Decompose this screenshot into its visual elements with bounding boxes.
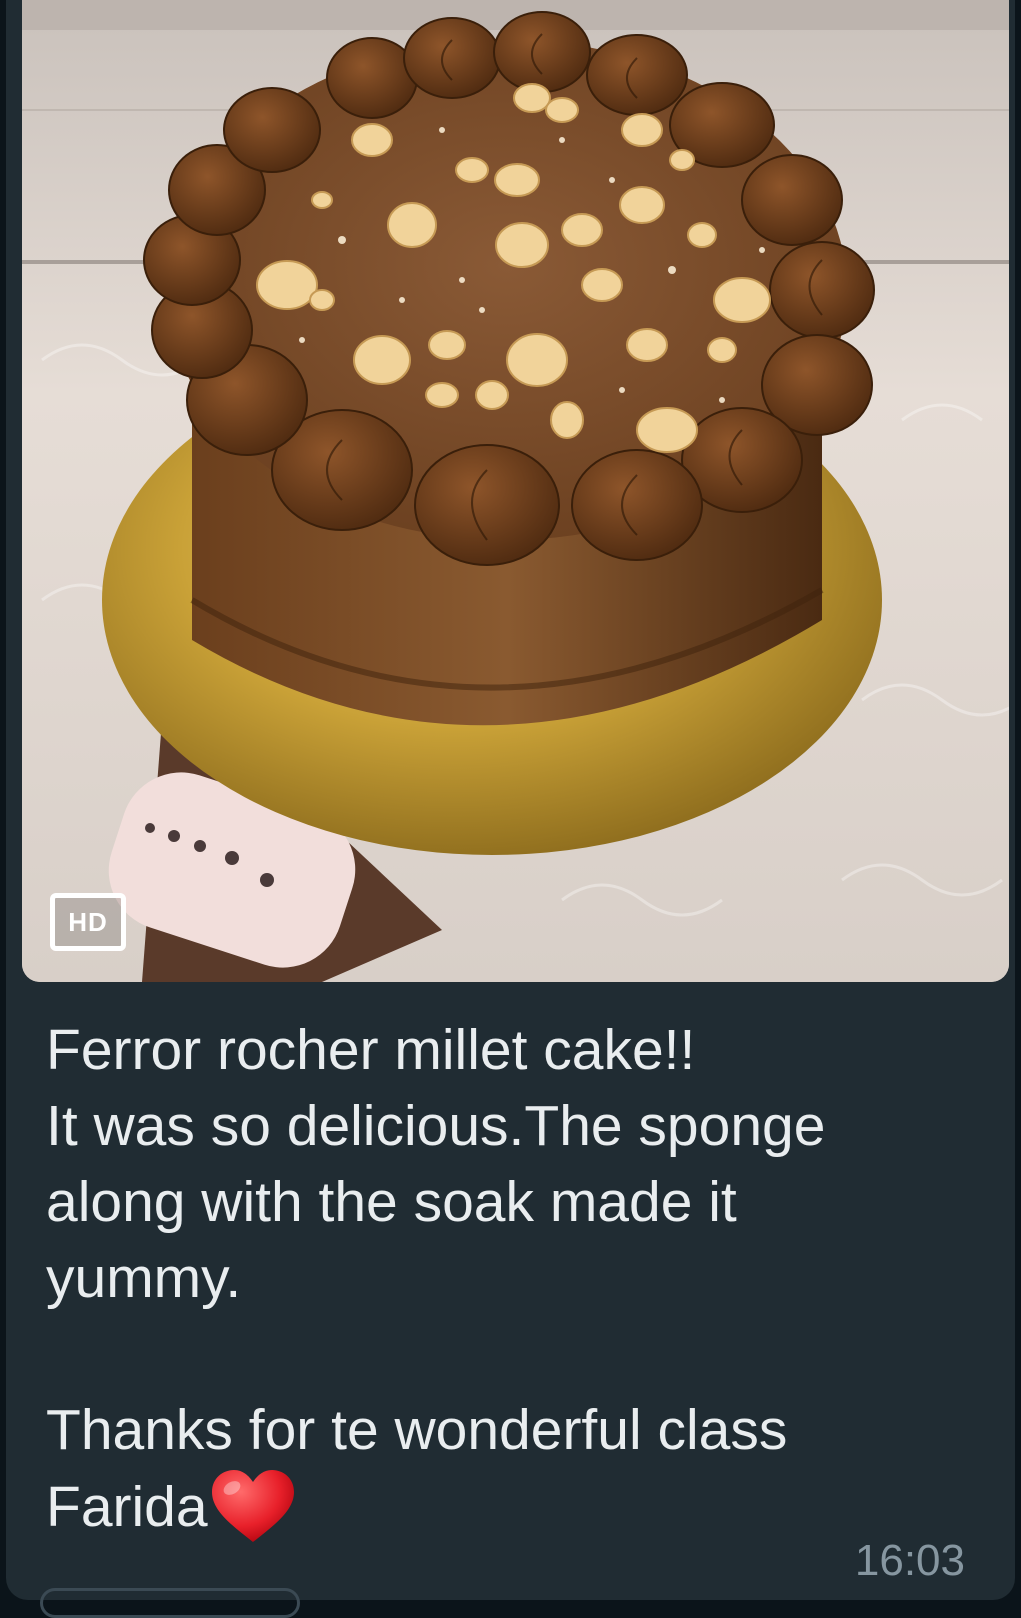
- caption-line-2: It was so delicious.The sponge: [46, 1094, 826, 1158]
- caption-line-1: Ferror rocher millet cake!!: [46, 1018, 696, 1082]
- caption-signature: Farida: [46, 1475, 208, 1539]
- next-message-edge: [40, 1588, 300, 1618]
- message-caption: Ferror rocher millet cake!! It was so de…: [46, 1012, 976, 1468]
- caption-last-line: Farida: [46, 1468, 296, 1546]
- message-timestamp: 16:03: [854, 1536, 965, 1585]
- message-bubble[interactable]: HD Ferror rocher millet cake!! It was so…: [6, 0, 1015, 1600]
- caption-line-4: yummy.: [46, 1246, 242, 1310]
- message-photo[interactable]: HD: [22, 0, 1009, 982]
- caption-line-6: Thanks for te wonderful class: [46, 1398, 788, 1462]
- heart-emoji-icon: [211, 1470, 294, 1542]
- hd-badge: HD: [50, 893, 126, 951]
- cake-photo-image: [22, 0, 1009, 982]
- caption-line-3: along with the soak made it: [46, 1170, 737, 1234]
